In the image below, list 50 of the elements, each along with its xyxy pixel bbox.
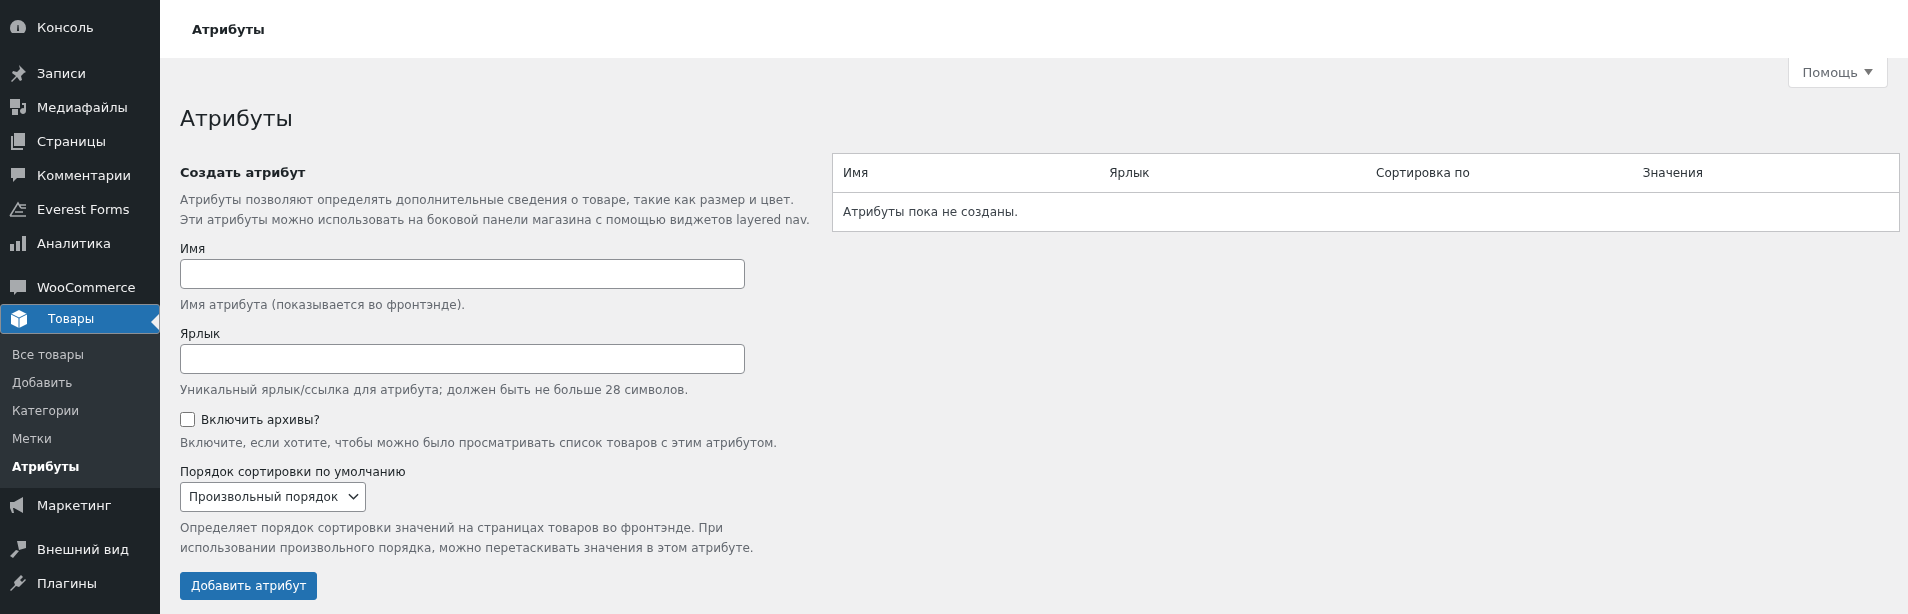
sort-order-select[interactable]: Произвольный порядок: [180, 482, 367, 512]
field-label: Порядок сортировки по умолчанию: [180, 465, 407, 479]
box-icon: [9, 309, 29, 329]
submenu-item[interactable]: Категории: [0, 397, 160, 425]
field-label: Ярлык: [180, 327, 222, 341]
page-title: Атрибуты: [192, 21, 265, 37]
sidebar-item[interactable]: Товары: [0, 304, 160, 334]
column-header: Ярлык: [1099, 153, 1366, 193]
submenu-item[interactable]: Атрибуты: [0, 453, 160, 481]
sidebar-item[interactable]: Аналитика: [0, 226, 160, 260]
sidebar-item[interactable]: WooCommerce: [0, 270, 160, 304]
help-button[interactable]: Помощь: [1787, 58, 1888, 88]
caret-icon: [1864, 69, 1873, 76]
column-header: Сортировка по: [1366, 153, 1633, 193]
pages-icon: [8, 131, 28, 151]
input-field[interactable]: [180, 344, 745, 374]
bar-chart-icon: [8, 233, 28, 253]
sidebar-item[interactable]: Медиафайлы: [0, 90, 160, 124]
sidebar-item[interactable]: Комментарии: [0, 158, 160, 192]
column-header: Значения: [1632, 153, 1900, 193]
page-heading: Атрибуты: [180, 106, 294, 131]
input-field[interactable]: [180, 259, 745, 289]
form-title: Создать атрибут: [180, 165, 307, 180]
sidebar-item[interactable]: Маркетинг: [0, 488, 160, 522]
form-description: Атрибуты позволяют определять дополнительные сведения о товаре, такие как размер и цвет. Эти атрибуты можно использовать на боковой панели магазина с помощью виджетов layered nav.: [180, 192, 811, 229]
sidebar-item[interactable]: Консоль: [0, 10, 160, 44]
field-hint: Определяет порядок сортировки значений на страницах товаров во фронтэнде. При использовании произвольного порядка, можно перетаскивать значения в этом атрибуте.: [180, 520, 755, 557]
field-label: Имя: [180, 242, 207, 256]
checkbox[interactable]: [180, 412, 195, 427]
add-attribute-button[interactable]: Добавить атрибут: [180, 572, 318, 600]
submenu-item[interactable]: Добавить: [0, 369, 160, 397]
checkbox-label: Включить архивы?: [201, 412, 320, 427]
chevron-down-icon: [348, 493, 360, 501]
sidebar-item[interactable]: Плагины: [0, 566, 160, 600]
media-icon: [8, 97, 28, 117]
field-hint: Включите, если хотите, чтобы можно было просматривать список товаров с этим атрибутом.: [180, 435, 779, 452]
column-header: Имя: [832, 153, 1100, 193]
submenu-item[interactable]: Метки: [0, 425, 160, 453]
submenu-item[interactable]: Все товары: [0, 341, 160, 369]
sidebar-item[interactable]: Записи: [0, 56, 160, 90]
comment-icon: [8, 165, 28, 185]
sidebar-item[interactable]: Внешний вид: [0, 532, 160, 566]
empty-message: Атрибуты пока не созданы.: [832, 192, 1900, 232]
field-hint: Имя атрибута (показывается во фронтэнде).: [180, 297, 467, 314]
brush-icon: [8, 539, 28, 559]
triangle-icon: [8, 199, 28, 219]
plug-icon: [8, 573, 28, 593]
field-hint: Уникальный ярлык/ссылка для атрибута; должен быть не больше 28 символов.: [180, 382, 690, 399]
sidebar-item[interactable]: Страницы: [0, 124, 160, 158]
sidebar-item[interactable]: Everest Forms: [0, 192, 160, 226]
